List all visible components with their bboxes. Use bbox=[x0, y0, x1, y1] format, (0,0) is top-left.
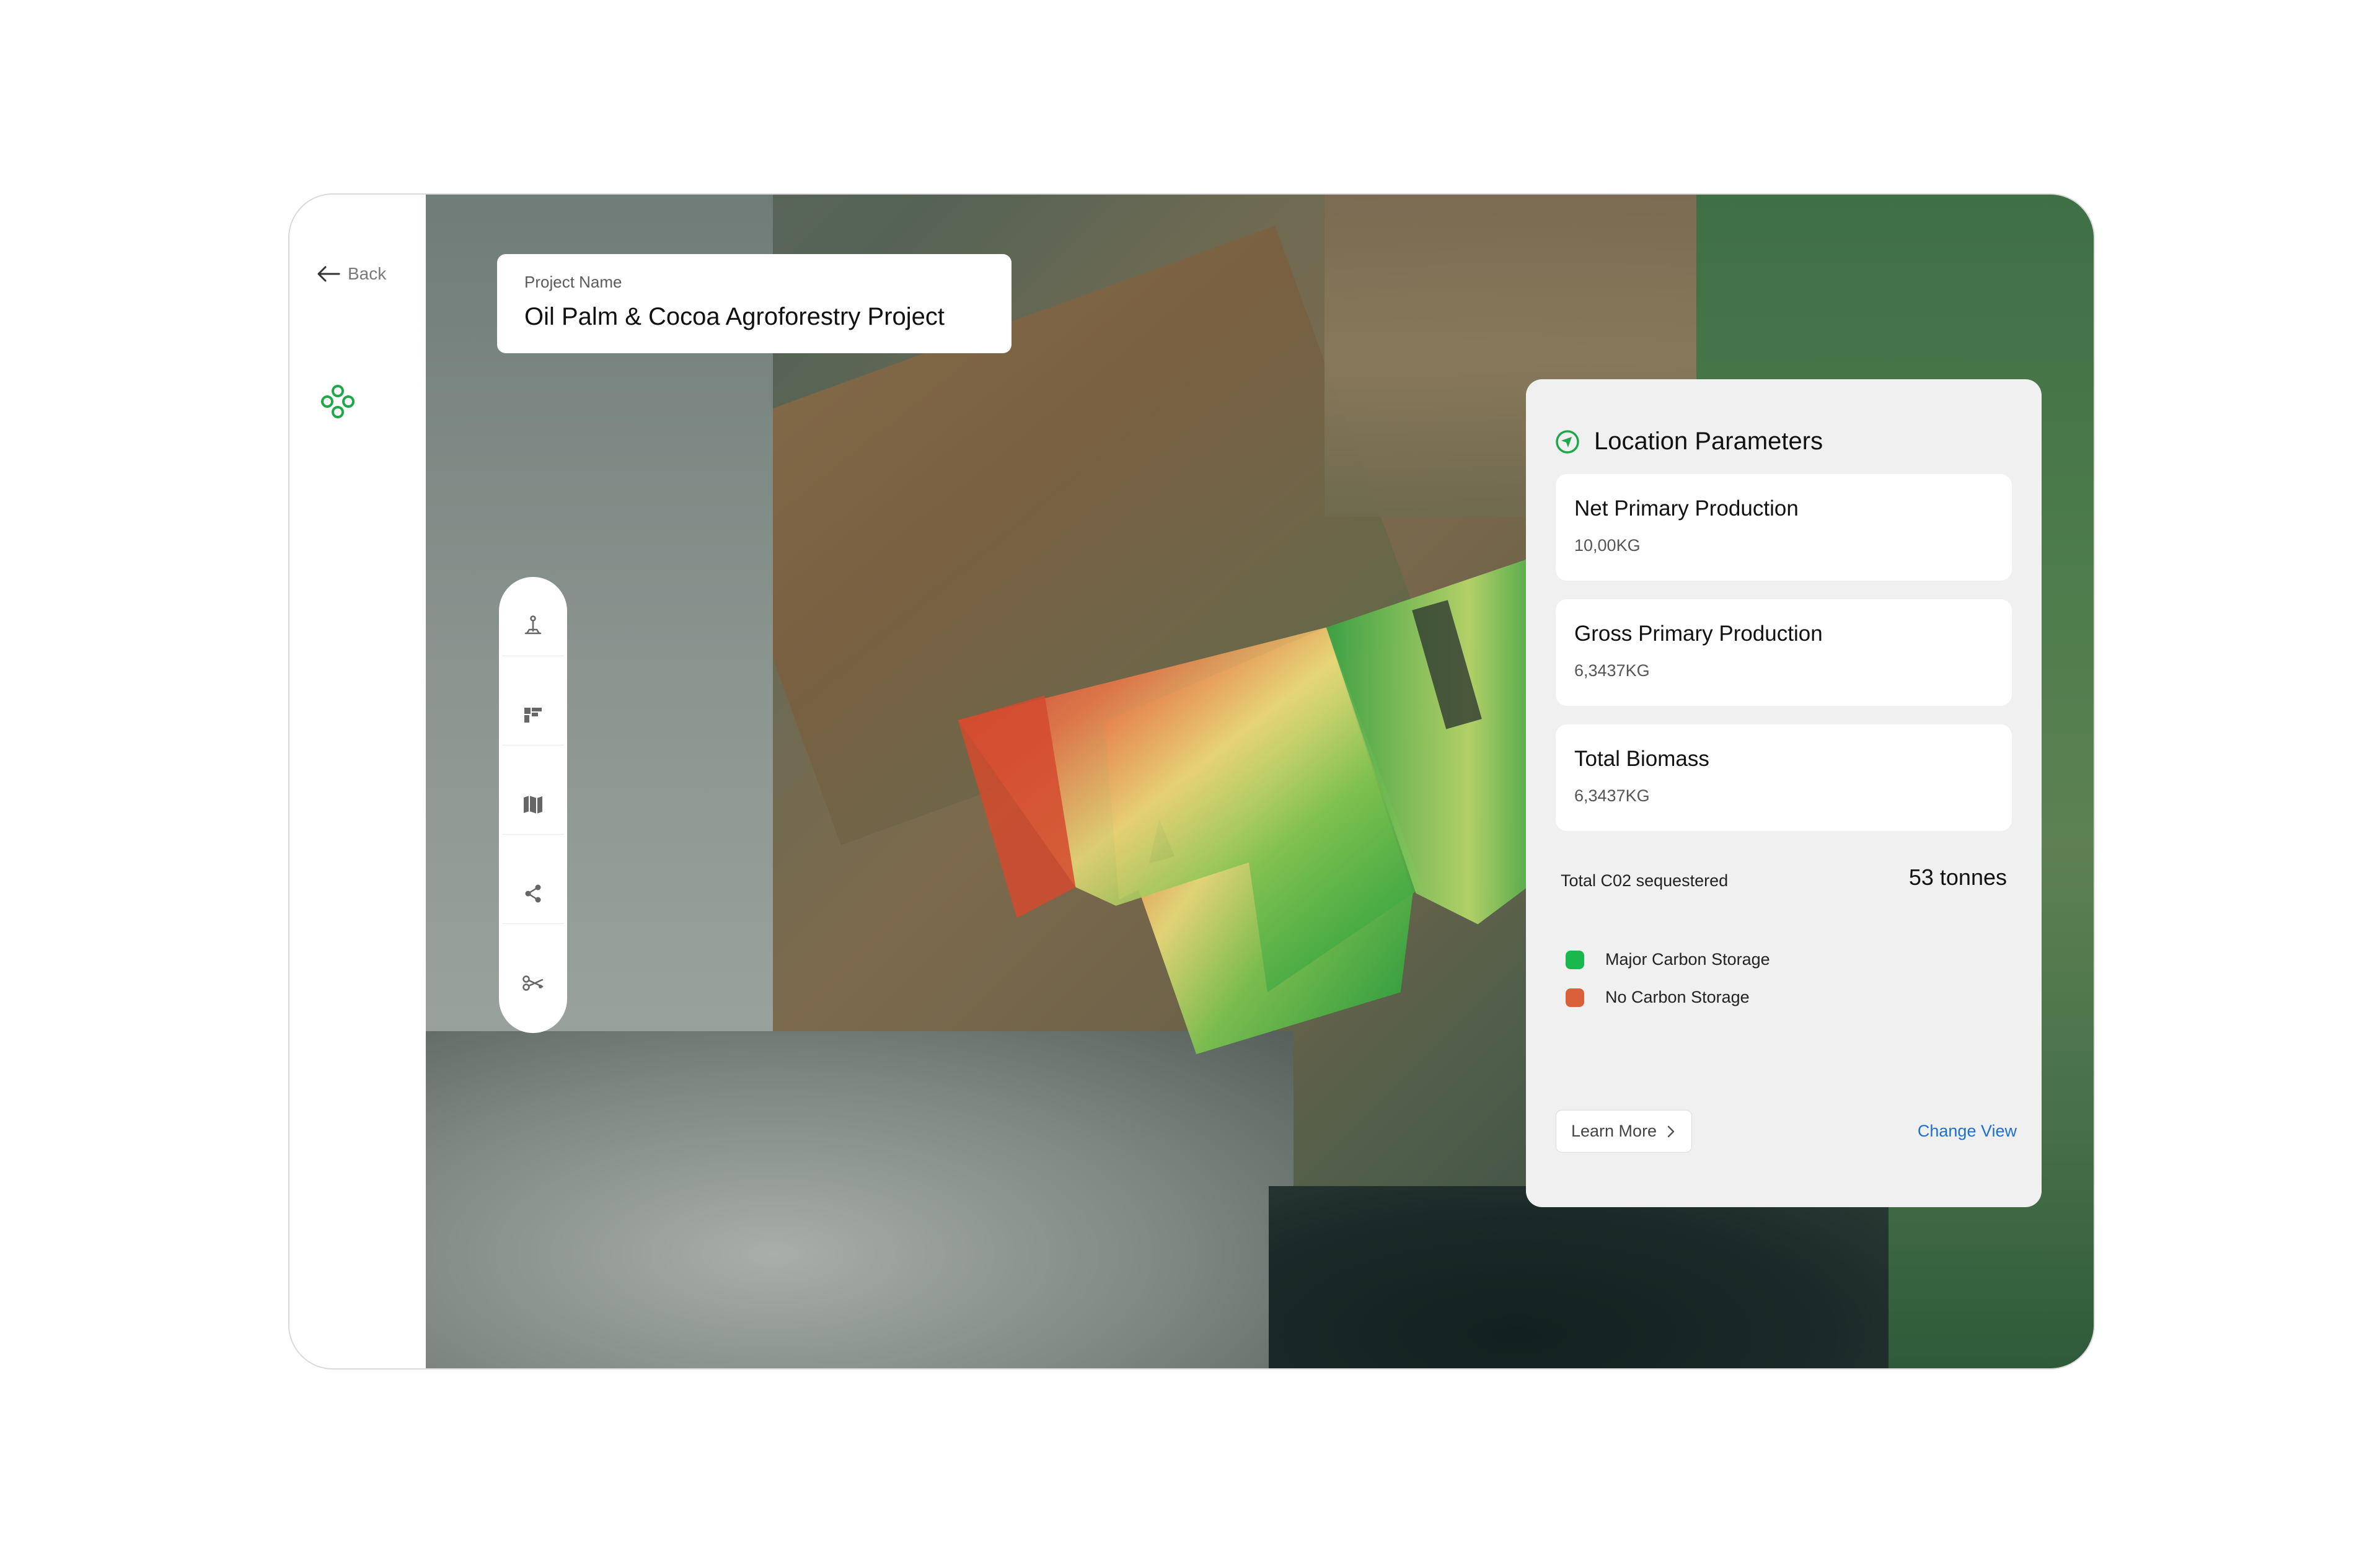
legend-swatch bbox=[1566, 988, 1584, 1007]
metric-value: 6,3437KG bbox=[1574, 661, 1650, 680]
project-name-label: Project Name bbox=[524, 273, 622, 291]
tool-joystick[interactable] bbox=[502, 596, 564, 656]
metric-card-net-primary-production: Net Primary Production 10,00KG bbox=[1556, 474, 2012, 581]
app-frame: Back Project Name Oil Palm & Cocoa Agrof… bbox=[288, 193, 2095, 1370]
arrow-left-icon bbox=[317, 266, 340, 282]
panel-header: Location Parameters bbox=[1554, 428, 2012, 455]
metric-name: Gross Primary Production bbox=[1574, 622, 1823, 646]
project-name-value: Oil Palm & Cocoa Agroforestry Project bbox=[524, 303, 945, 330]
map-toolbar bbox=[499, 577, 567, 1033]
co2-summary: Total C02 sequestered 53 tonnes bbox=[1556, 864, 2012, 890]
legend-label: No Carbon Storage bbox=[1605, 988, 1750, 1006]
tool-map[interactable] bbox=[502, 774, 564, 835]
map-icon bbox=[524, 795, 542, 814]
location-parameters-panel: Location Parameters Net Primary Producti… bbox=[1526, 379, 2042, 1207]
learn-more-button[interactable]: Learn More bbox=[1556, 1110, 1693, 1153]
metric-value: 10,00KG bbox=[1574, 536, 1641, 555]
clover-logo-icon[interactable] bbox=[320, 384, 355, 419]
metric-card-gross-primary-production: Gross Primary Production 6,3437KG bbox=[1556, 599, 2012, 706]
share-icon bbox=[525, 884, 541, 902]
metric-value: 6,3437KG bbox=[1574, 786, 1650, 805]
metric-card-total-biomass: Total Biomass 6,3437KG bbox=[1556, 724, 2012, 831]
sidebar: Back bbox=[289, 195, 426, 1368]
panel-title: Location Parameters bbox=[1594, 428, 1823, 455]
panel-footer: Learn More Change View bbox=[1556, 1110, 2017, 1153]
metric-name: Total Biomass bbox=[1574, 747, 1709, 771]
legend: Major Carbon Storage No Carbon Storage bbox=[1556, 950, 2012, 1007]
tool-share[interactable] bbox=[502, 863, 564, 924]
legend-item-major-carbon: Major Carbon Storage bbox=[1566, 950, 2012, 969]
scissors-icon bbox=[522, 975, 544, 991]
co2-label: Total C02 sequestered bbox=[1561, 871, 1729, 890]
co2-value: 53 tonnes bbox=[1908, 864, 2007, 890]
chevron-right-icon bbox=[1667, 1125, 1675, 1137]
tool-scissors[interactable] bbox=[502, 952, 564, 1013]
grid-icon bbox=[524, 707, 542, 723]
legend-item-no-carbon: No Carbon Storage bbox=[1566, 988, 2012, 1007]
legend-label: Major Carbon Storage bbox=[1605, 950, 1770, 969]
learn-more-label: Learn More bbox=[1571, 1122, 1657, 1140]
legend-swatch bbox=[1566, 950, 1584, 969]
navigation-circle-icon bbox=[1556, 429, 1579, 454]
back-button[interactable]: Back bbox=[317, 264, 386, 284]
back-label: Back bbox=[348, 264, 387, 283]
metric-name: Net Primary Production bbox=[1574, 496, 1799, 521]
joystick-icon bbox=[524, 615, 542, 634]
tool-grid[interactable] bbox=[502, 685, 564, 745]
project-name-card: Project Name Oil Palm & Cocoa Agroforest… bbox=[497, 254, 1011, 353]
change-view-link[interactable]: Change View bbox=[1918, 1122, 2017, 1141]
